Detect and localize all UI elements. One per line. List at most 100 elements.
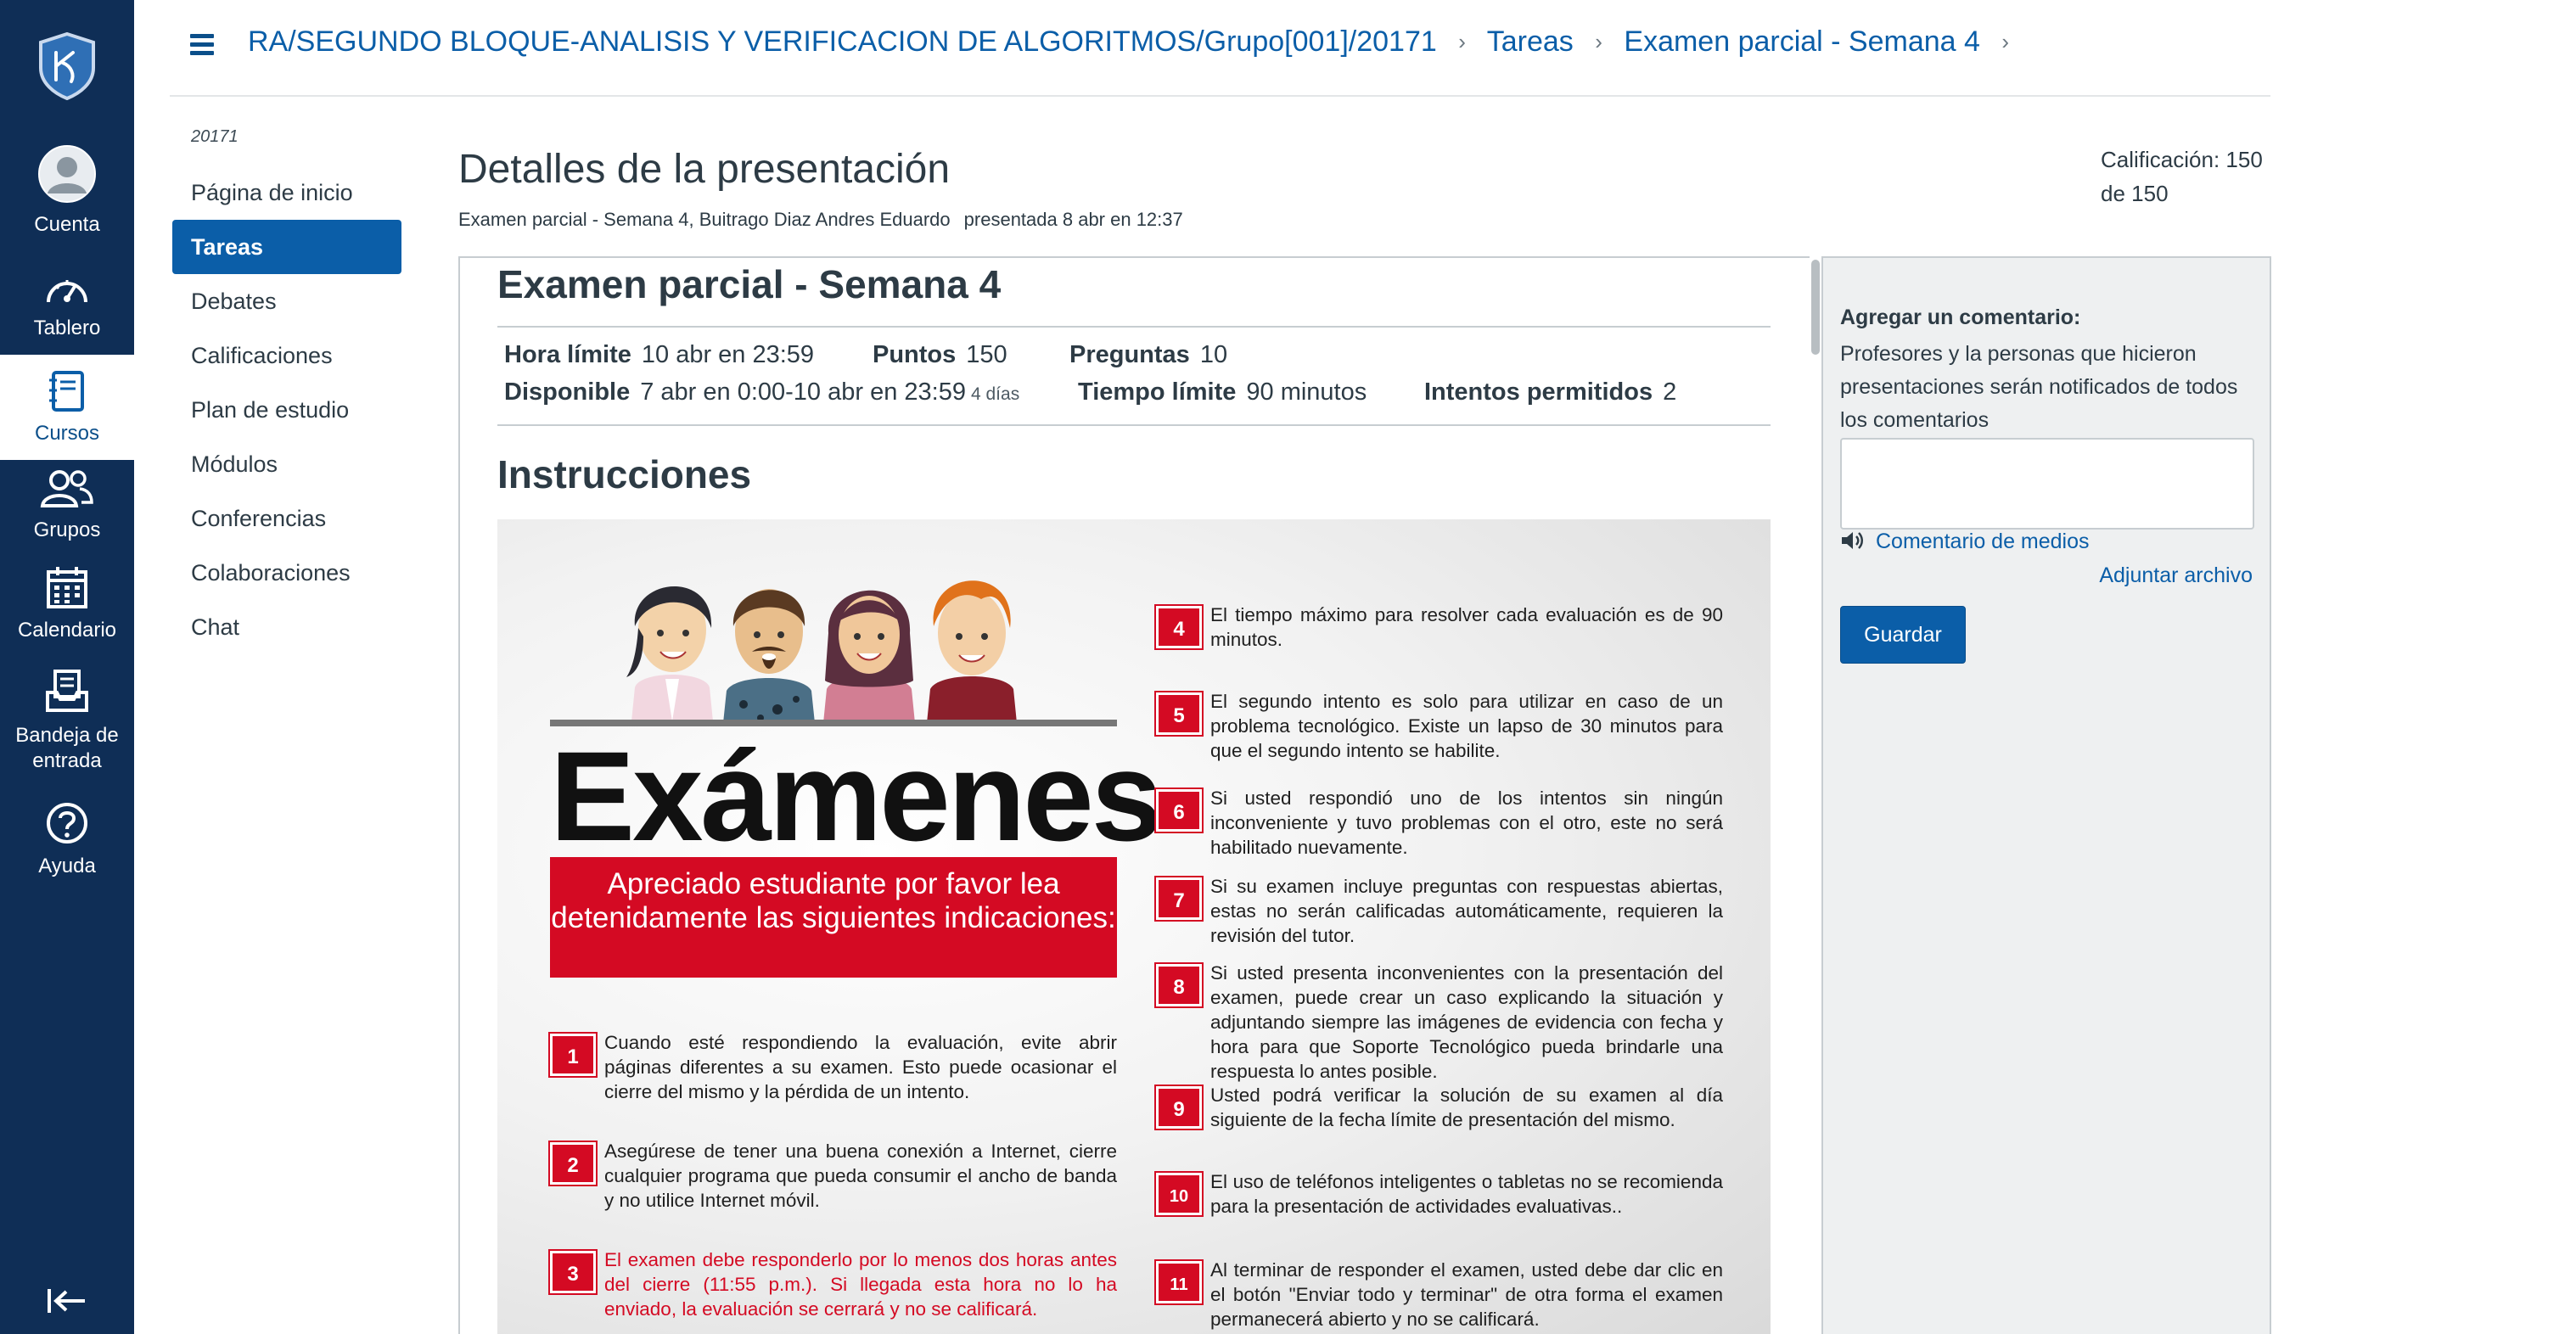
attempts: Intentos permitidos 2	[1424, 378, 1676, 406]
student-face-4-icon	[927, 580, 1017, 723]
nav-dashboard-label: Tablero	[33, 317, 101, 339]
available-days: 4 días	[970, 384, 1020, 404]
inbox-icon	[0, 669, 134, 720]
nav-inbox-label: Bandeja de entrada	[15, 724, 119, 772]
save-comment-button[interactable]: Guardar	[1840, 606, 1966, 664]
nav-account[interactable]: Cuenta	[0, 144, 134, 237]
courses-book-icon	[0, 370, 134, 418]
item-number: 4	[1154, 604, 1204, 650]
student-face-1-icon	[626, 586, 713, 721]
nav-dashboard[interactable]: Tablero	[0, 270, 134, 340]
course-term: 20171	[191, 127, 239, 146]
item-text: Asegúrese de tener una buena conexión a …	[604, 1141, 1117, 1211]
university-logo[interactable]	[37, 31, 97, 101]
frame-scrollbar[interactable]	[1810, 256, 1821, 1334]
submission-student: Examen parcial - Semana 4, Buitrago Diaz…	[458, 209, 951, 230]
course-nav-home[interactable]: Página de inicio	[172, 165, 401, 220]
time-limit-label: Tiempo límite	[1078, 378, 1237, 406]
student-face-3-icon	[823, 590, 915, 723]
chevron-right-icon: ›	[1595, 29, 1602, 54]
media-comment-link[interactable]: Comentario de medios	[1840, 530, 2090, 554]
poster-banner: Apreciado estudiante por favor lea deten…	[550, 857, 1117, 978]
nav-calendar-label: Calendario	[17, 619, 117, 642]
course-menu-toggle[interactable]	[190, 34, 214, 56]
available-label: Disponible	[504, 378, 631, 406]
nav-inbox[interactable]: Bandeja de entrada	[0, 669, 134, 774]
due-label: Hora límite	[504, 341, 631, 368]
instructions-heading: Instrucciones	[497, 452, 752, 496]
avatar-icon	[0, 144, 134, 210]
questions-label: Preguntas	[1069, 341, 1190, 368]
due-date: Hora límite 10 abr en 23:59	[504, 341, 814, 369]
course-nav-conferences[interactable]: Conferencias	[172, 491, 401, 546]
collapse-nav-button[interactable]	[0, 1286, 134, 1325]
poster-title: Exámenes	[550, 725, 1162, 867]
time-limit-value: 90 minutos	[1246, 378, 1367, 406]
quiz-title: Examen parcial - Semana 4	[497, 262, 1002, 306]
global-navigation: Cuenta Tablero Cursos Grupos Calendario …	[0, 0, 134, 1334]
course-nav-chat[interactable]: Chat	[172, 600, 401, 654]
course-nav-grades[interactable]: Calificaciones	[172, 328, 401, 383]
item-number: 2	[548, 1141, 598, 1186]
item-number: 10	[1154, 1171, 1204, 1217]
submission-grade: Calificación: 150 de 150	[2101, 143, 2279, 210]
breadcrumb-course[interactable]: RA/SEGUNDO BLOQUE-ANALISIS Y VERIFICACIO…	[248, 25, 1437, 58]
item-number: 11	[1154, 1259, 1204, 1305]
points-value: 150	[966, 341, 1007, 368]
chevron-right-icon: ›	[2001, 29, 2010, 54]
media-comment-label: Comentario de medios	[1876, 530, 2090, 553]
item-text: Si su examen incluye preguntas con respu…	[1210, 876, 1723, 946]
comment-textarea[interactable]	[1840, 438, 2254, 530]
nav-courses[interactable]: Cursos	[0, 355, 134, 460]
comment-help-text: Profesores y la personas que hicieron pr…	[1840, 342, 2238, 432]
course-navigation: 20171 Página de inicio Tareas Debates Ca…	[172, 127, 401, 654]
hamburger-icon	[190, 34, 214, 38]
nav-groups[interactable]: Grupos	[0, 468, 134, 542]
questions-value: 10	[1199, 341, 1228, 368]
grade-line-2: de 150	[2101, 181, 2169, 206]
item-number: 1	[548, 1032, 598, 1078]
instructions-poster-image: Exámenes Apreciado estudiante por favor …	[497, 519, 1771, 1334]
item-number: 6	[1154, 788, 1204, 833]
nav-calendar[interactable]: Calendario	[0, 565, 134, 642]
item-number: 5	[1154, 691, 1204, 737]
nav-help[interactable]: Ayuda	[0, 801, 134, 878]
due-value: 10 abr en 23:59	[641, 341, 815, 368]
attach-file-link[interactable]: Adjuntar archivo	[2099, 563, 2253, 588]
course-nav-syllabus[interactable]: Plan de estudio	[172, 383, 401, 437]
groups-icon	[0, 468, 134, 515]
item-number: 8	[1154, 962, 1204, 1008]
breadcrumb: RA/SEGUNDO BLOQUE-ANALISIS Y VERIFICACIO…	[248, 25, 2023, 59]
attempts-label: Intentos permitidos	[1424, 378, 1653, 406]
course-nav-collaborations[interactable]: Colaboraciones	[172, 546, 401, 600]
course-nav-assignments[interactable]: Tareas	[172, 220, 401, 274]
course-nav-discussions[interactable]: Debates	[172, 274, 401, 328]
item-text: El uso de teléfonos inteligentes o table…	[1210, 1171, 1723, 1217]
availability: Disponible 7 abr en 0:00-10 abr en 23:59 4…	[504, 378, 1019, 406]
nav-account-label: Cuenta	[34, 213, 100, 236]
submission-subtitle: Examen parcial - Semana 4, Buitrago Diaz…	[458, 209, 1183, 231]
student-face-2-icon	[723, 589, 815, 723]
quiz-details: Hora límite 10 abr en 23:59 Puntos 150 Pre…	[497, 326, 1771, 426]
item-text: Cuando esté respondiendo la evaluación, …	[604, 1032, 1117, 1102]
breadcrumb-assignments[interactable]: Tareas	[1487, 25, 1574, 58]
page-title: Detalles de la presentación	[458, 147, 951, 192]
item-text: Si usted presenta inconvenientes con la …	[1210, 962, 1723, 1082]
grade-line-1: Calificación: 150	[2101, 147, 2263, 172]
frame-scrollbar-thumb[interactable]	[1811, 260, 1820, 355]
course-nav-modules[interactable]: Módulos	[172, 437, 401, 491]
time-limit: Tiempo límite 90 minutos	[1078, 378, 1367, 406]
item-text: El segundo intento es solo para utilizar…	[1210, 691, 1723, 761]
page-header: RA/SEGUNDO BLOQUE-ANALISIS Y VERIFICACIO…	[170, 0, 2270, 97]
dashboard-gauge-icon	[0, 270, 134, 313]
points: Puntos 150	[873, 341, 1007, 369]
questions: Preguntas 10	[1069, 341, 1227, 369]
comment-panel: Agregar un comentario: Profesores y la p…	[1821, 256, 2271, 1334]
item-text: El examen debe responderlo por lo menos …	[604, 1249, 1117, 1320]
item-number: 9	[1154, 1085, 1204, 1130]
breadcrumb-quiz[interactable]: Examen parcial - Semana 4	[1624, 25, 1980, 58]
comment-label: Agregar un comentario:	[1840, 305, 2081, 329]
quiz-preview-frame[interactable]: Examen parcial - Semana 4 Hora límite 10 …	[458, 256, 1821, 1334]
item-text: El tiempo máximo para resolver cada eval…	[1210, 604, 1723, 650]
speaker-icon	[1842, 532, 1863, 549]
